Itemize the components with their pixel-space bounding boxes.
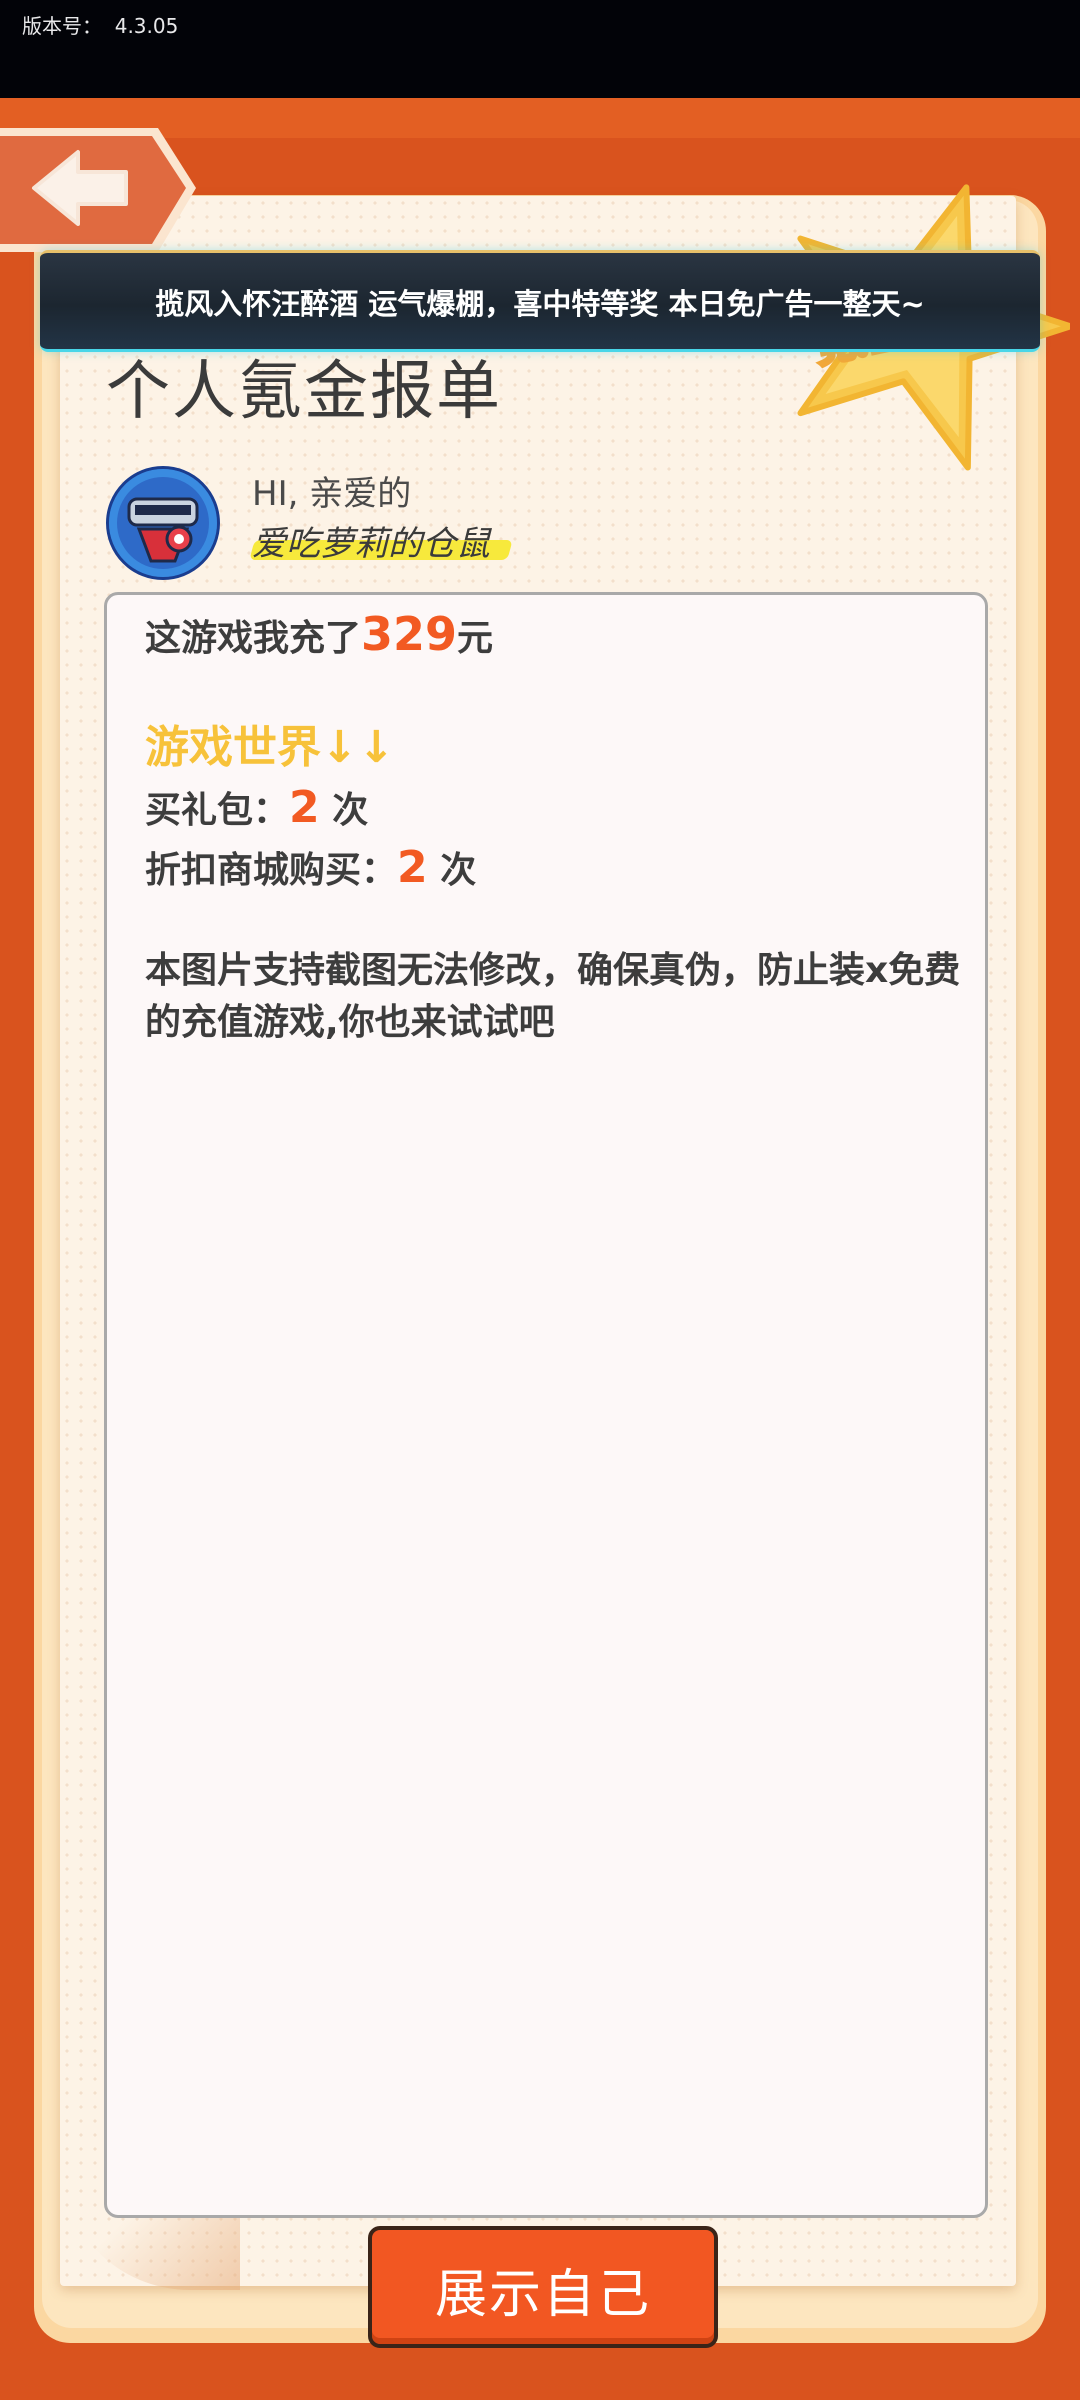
banner-text: 揽风入怀汪醉酒 运气爆棚，喜中特等奖 本日免广告一整天~ <box>155 287 925 321</box>
gift-count: 2 <box>289 782 320 833</box>
recharge-line: 这游戏我充了329元 <box>145 607 494 661</box>
back-button[interactable] <box>0 124 200 256</box>
back-arrow-icon <box>0 128 196 252</box>
notification-banner: 揽风入怀汪醉酒 运气爆棚，喜中特等奖 本日免广告一整天~ <box>40 250 1040 352</box>
page-title: 个人氪金报单 <box>106 355 502 429</box>
report-panel: 这游戏我充了329元 游戏世界↓↓ 买礼包：2 次 折扣商城购买：2 次 本图片… <box>104 592 988 2218</box>
shop-count: 2 <box>397 842 428 893</box>
recharge-amount: 329 <box>361 607 458 661</box>
show-off-button-label: 展示自己 <box>434 2265 651 2325</box>
gift-pack-line: 买礼包：2 次 <box>145 782 369 833</box>
section-title: 游戏世界↓↓ <box>145 722 395 773</box>
app-screen: 版本号： 4.3.05 氪金之王 揽风入怀汪醉酒 运气爆棚，喜中特等奖 本日免广… <box>0 0 1080 2400</box>
avatar <box>106 466 220 580</box>
discount-shop-line: 折扣商城购买：2 次 <box>145 842 477 893</box>
top-status-bar: 版本号： 4.3.05 <box>0 0 1080 98</box>
greeting-text: HI, 亲爱的 <box>252 474 412 514</box>
version-label: 版本号： 4.3.05 <box>22 14 179 38</box>
nickname-block: 爱吃萝莉的仓鼠 <box>249 516 513 565</box>
description-text: 本图片支持截图无法修改，确保真伪，防止装x免费的充值游戏,你也来试试吧 <box>145 950 961 1043</box>
nickname: 爱吃萝莉的仓鼠 <box>252 524 490 564</box>
robot-avatar-icon <box>109 469 217 577</box>
show-off-button[interactable]: 展示自己 <box>368 2226 718 2348</box>
